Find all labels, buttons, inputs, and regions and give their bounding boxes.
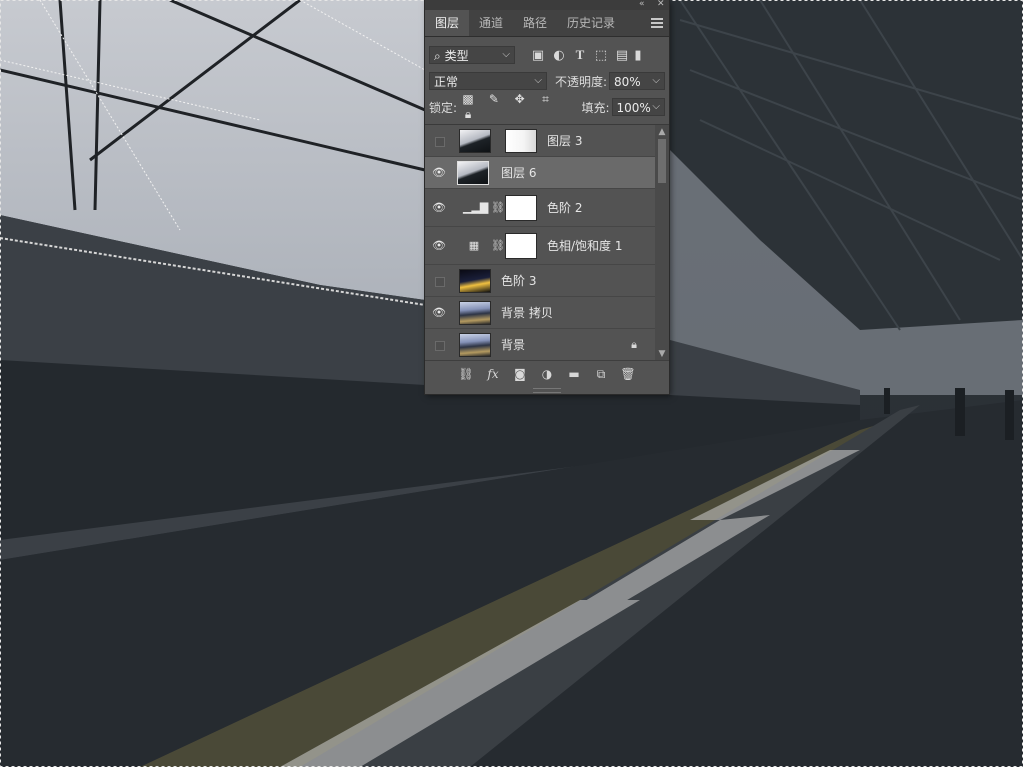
search-icon: ⌕ bbox=[434, 49, 441, 63]
blend-mode-value: 正常 bbox=[434, 75, 459, 89]
lock-transparent-icon[interactable]: ▩ bbox=[457, 92, 479, 106]
new-group-folder-icon[interactable]: ▬ bbox=[565, 367, 583, 381]
layer-name: 背景 bbox=[501, 338, 526, 352]
levels-adjustment-icon: ▁▂▇ bbox=[463, 201, 489, 214]
chevron-down-icon: ⌵ bbox=[534, 75, 542, 86]
opacity-value: 80% bbox=[614, 75, 641, 89]
layer-name: 色相/饱和度 1 bbox=[547, 239, 623, 253]
lock-icon: 🔒︎ bbox=[631, 338, 637, 351]
chevron-down-icon: ⌵ bbox=[502, 49, 510, 60]
link-layers-icon[interactable]: ⛓︎ bbox=[457, 367, 475, 381]
panel-tabs: 图层 通道 路径 历史记录 bbox=[425, 10, 669, 37]
layer-mask-thumbnail[interactable] bbox=[505, 129, 537, 153]
close-icon[interactable]: ✕ bbox=[657, 0, 665, 10]
filter-smartobject-icon[interactable]: ▤ bbox=[612, 48, 632, 63]
filter-pixel-icon[interactable]: ▣ bbox=[528, 48, 548, 63]
layer-mask-thumbnail[interactable] bbox=[505, 195, 537, 221]
fill-label: 填充: bbox=[581, 100, 610, 115]
panel-resize-grip[interactable] bbox=[533, 388, 561, 393]
layer-row[interactable]: 👁︎ ▁▂▇ ⛓︎ 色阶 2 bbox=[425, 189, 669, 227]
scrollbar-thumb[interactable] bbox=[658, 139, 666, 183]
lock-artboard-icon[interactable]: ⌗ bbox=[535, 92, 557, 107]
layer-row[interactable]: 图层 3 bbox=[425, 125, 669, 157]
eye-icon[interactable]: 👁︎ bbox=[431, 238, 447, 254]
layer-row[interactable]: 👁︎ 背景 拷贝 bbox=[425, 297, 669, 329]
layer-thumbnail bbox=[459, 301, 491, 325]
filter-type-icon[interactable]: T bbox=[570, 47, 590, 63]
opacity-input[interactable]: 80% ⌵ bbox=[609, 72, 665, 90]
visibility-toggle-icon[interactable] bbox=[431, 273, 447, 289]
scroll-down-icon[interactable]: ▼ bbox=[655, 349, 669, 359]
layers-panel-footer: ⛓︎ fx ◙ ◑ ▬ ⧉ 🗑︎ bbox=[425, 360, 669, 387]
layer-row[interactable]: 👁︎ ▦ ⛓︎ 色相/饱和度 1 bbox=[425, 227, 669, 265]
lock-position-move-icon[interactable]: ✥ bbox=[509, 92, 531, 106]
opacity-label: 不透明度: bbox=[554, 74, 608, 89]
chevron-down-icon: ⌵ bbox=[652, 75, 660, 86]
tab-channels[interactable]: 通道 bbox=[469, 10, 513, 36]
filter-toggle-icon[interactable]: ▮ bbox=[633, 48, 643, 63]
layer-name: 色阶 2 bbox=[547, 201, 583, 215]
layer-mask-thumbnail[interactable] bbox=[505, 233, 537, 259]
layers-panel: « ✕ 图层 通道 路径 历史记录 ⌕ 类型 ⌵ ▣ ◐ T ⬚ ▤ ▮ 正常 … bbox=[425, 0, 669, 394]
layers-list: 图层 3 👁︎ 图层 6 👁︎ ▁▂▇ ⛓︎ 色阶 2 👁︎ ▦ ⛓︎ 色相/饱… bbox=[425, 124, 669, 361]
layer-name: 背景 拷贝 bbox=[501, 306, 553, 320]
layer-name: 色阶 3 bbox=[501, 274, 537, 288]
panel-menu-icon[interactable] bbox=[651, 16, 663, 28]
layer-thumbnail bbox=[457, 161, 489, 185]
layer-row[interactable]: 背景 🔒︎ bbox=[425, 329, 669, 361]
tab-history[interactable]: 历史记录 bbox=[557, 10, 625, 36]
filter-row: ⌕ 类型 ⌵ ▣ ◐ T ⬚ ▤ ▮ bbox=[425, 42, 669, 68]
layer-thumbnail bbox=[459, 129, 491, 153]
filter-adjustment-icon[interactable]: ◐ bbox=[549, 48, 569, 63]
blend-row: 正常 ⌵ 不透明度: 80% ⌵ bbox=[425, 68, 669, 94]
chevron-down-icon: ⌵ bbox=[652, 101, 660, 112]
lock-row: 锁定: ▩ ✎ ✥ ⌗ 🔒︎ 填充: 100% ⌵ bbox=[425, 92, 669, 122]
filter-shape-icon[interactable]: ⬚ bbox=[591, 48, 611, 63]
layer-row[interactable]: 色阶 3 bbox=[425, 265, 669, 297]
fill-value: 100% bbox=[616, 101, 651, 115]
visibility-toggle-icon[interactable] bbox=[431, 133, 447, 149]
delete-layer-trash-icon[interactable]: 🗑︎ bbox=[619, 367, 637, 381]
layer-row[interactable]: 👁︎ 图层 6 bbox=[425, 157, 669, 189]
layer-thumbnail bbox=[459, 333, 491, 357]
visibility-toggle-icon[interactable] bbox=[431, 337, 447, 353]
filter-kind-select[interactable]: ⌕ 类型 ⌵ bbox=[429, 46, 515, 64]
layer-style-fx-icon[interactable]: fx bbox=[484, 367, 502, 381]
fill-input[interactable]: 100% ⌵ bbox=[611, 98, 665, 116]
lock-label: 锁定: bbox=[429, 100, 458, 115]
lock-all-icon[interactable]: 🔒︎ bbox=[457, 107, 479, 122]
lock-image-brush-icon[interactable]: ✎ bbox=[483, 92, 505, 106]
add-mask-icon[interactable]: ◙ bbox=[511, 367, 529, 381]
tab-layers[interactable]: 图层 bbox=[425, 10, 470, 36]
link-icon[interactable]: ⛓︎ bbox=[491, 201, 505, 215]
layer-thumbnail bbox=[459, 269, 491, 293]
new-adjustment-layer-icon[interactable]: ◑ bbox=[538, 367, 556, 381]
hue-saturation-adjustment-icon: ▦ bbox=[468, 239, 480, 252]
collapse-icon[interactable]: « bbox=[639, 0, 645, 10]
eye-icon[interactable]: 👁︎ bbox=[431, 305, 447, 321]
layers-scrollbar[interactable]: ▲ ▼ bbox=[655, 125, 669, 361]
layer-name: 图层 3 bbox=[547, 134, 583, 148]
layer-name: 图层 6 bbox=[501, 166, 537, 180]
new-layer-icon[interactable]: ⧉ bbox=[592, 367, 610, 382]
link-icon[interactable]: ⛓︎ bbox=[491, 239, 505, 253]
eye-icon[interactable]: 👁︎ bbox=[431, 200, 447, 216]
panel-topbar: « ✕ bbox=[425, 0, 669, 10]
scroll-up-icon[interactable]: ▲ bbox=[655, 127, 669, 137]
blend-mode-select[interactable]: 正常 ⌵ bbox=[429, 72, 547, 90]
filter-kind-label: 类型 bbox=[444, 49, 469, 63]
tab-paths[interactable]: 路径 bbox=[513, 10, 557, 36]
eye-icon[interactable]: 👁︎ bbox=[431, 165, 447, 181]
